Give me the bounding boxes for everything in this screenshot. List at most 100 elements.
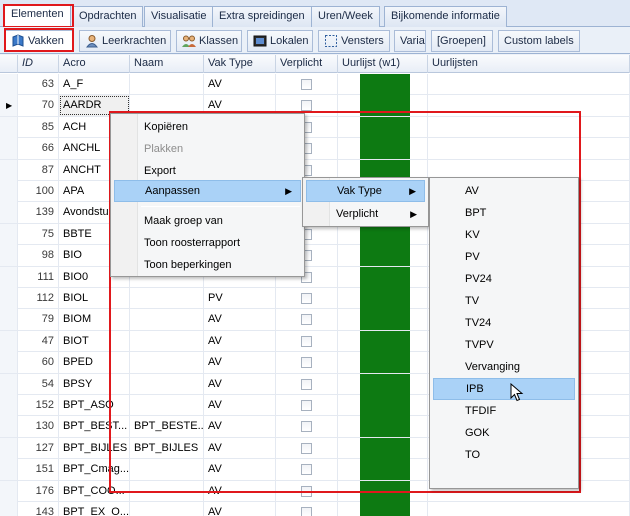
menu-item-vaktype-option[interactable]: IPB — [433, 378, 575, 400]
cell-id[interactable]: 143 — [18, 502, 59, 516]
cell-uurlijsten[interactable] — [428, 74, 630, 95]
cell-id[interactable]: 87 — [18, 159, 59, 181]
menu-item-vaktype-option[interactable]: KV — [433, 224, 575, 246]
cell-uurlijsten[interactable] — [428, 116, 630, 138]
cell-uurlijst-w1[interactable] — [338, 309, 428, 331]
verplicht-checkbox[interactable] — [301, 442, 312, 454]
cell-id[interactable]: 152 — [18, 395, 59, 416]
menu-item-toon-roosterrapport[interactable]: Toon roosterrapport — [114, 232, 301, 254]
tab-leerkrachten[interactable]: Leerkrachten — [79, 30, 171, 52]
menu-item-vaktype-option[interactable]: TV — [433, 290, 575, 312]
verplicht-checkbox[interactable] — [301, 100, 312, 112]
row-indicator[interactable] — [0, 266, 18, 288]
verplicht-checkbox[interactable] — [301, 79, 312, 90]
cell-uurlijsten[interactable] — [428, 138, 630, 160]
cell-naam[interactable] — [130, 288, 204, 309]
row-indicator[interactable] — [0, 502, 18, 516]
cell-uurlijst-w1[interactable] — [338, 352, 428, 374]
cell-uurlijst-w1[interactable] — [338, 74, 428, 95]
verplicht-checkbox[interactable] — [301, 421, 312, 433]
menu-item-verplicht[interactable]: Verplicht ▶ — [306, 203, 425, 225]
menu-item-vaktype-option[interactable]: BPT — [433, 202, 575, 224]
menu-item-vaktype-option[interactable]: AV — [433, 180, 575, 202]
row-indicator[interactable] — [0, 74, 18, 95]
cell-uurlijst-w1[interactable] — [338, 95, 428, 117]
cell-vaktype[interactable]: AV — [204, 416, 276, 438]
table-row[interactable]: 85 ACH — [0, 116, 630, 139]
cell-acro[interactable]: BPT_EX_O... — [59, 502, 130, 516]
menu-item-vaktype-option[interactable]: PV — [433, 246, 575, 268]
row-indicator[interactable] — [0, 416, 18, 438]
cell-uurlijst-w1[interactable] — [338, 288, 428, 309]
col-header-vaktype[interactable]: Vak Type — [204, 55, 276, 73]
cell-id[interactable]: 176 — [18, 480, 59, 502]
col-header-verplicht[interactable]: Verplicht — [276, 55, 338, 73]
tab-klassen[interactable]: Klassen — [176, 30, 242, 52]
tab-varia[interactable]: Varia — [394, 30, 426, 52]
cell-vaktype[interactable]: AV — [204, 373, 276, 395]
cell-uurlijsten[interactable] — [428, 502, 630, 516]
col-header-naam[interactable]: Naam — [130, 55, 204, 73]
tab-extra-spreidingen[interactable]: Extra spreidingen — [212, 6, 312, 27]
cell-uurlijst-w1[interactable] — [338, 502, 428, 516]
cell-id[interactable]: 139 — [18, 202, 59, 224]
cell-uurlijst-w1[interactable] — [338, 116, 428, 138]
table-row[interactable]: 66 ANCHL — [0, 138, 630, 160]
verplicht-checkbox[interactable] — [301, 378, 312, 390]
row-indicator[interactable] — [0, 480, 18, 502]
cell-vaktype[interactable]: AV — [204, 480, 276, 502]
cell-acro[interactable]: BPT_ASO — [59, 395, 130, 416]
cell-acro[interactable]: BIOT — [59, 330, 130, 352]
row-indicator[interactable] — [0, 159, 18, 181]
cell-acro[interactable]: BPT_COO... — [59, 480, 130, 502]
row-indicator[interactable] — [0, 223, 18, 245]
cell-id[interactable]: 54 — [18, 373, 59, 395]
cell-uurlijsten[interactable] — [428, 95, 630, 117]
cell-uurlijst-w1[interactable] — [338, 266, 428, 288]
cell-uurlijst-w1[interactable] — [338, 138, 428, 160]
cell-naam[interactable] — [130, 480, 204, 502]
cell-naam[interactable] — [130, 74, 204, 95]
cell-naam[interactable]: BPT_BIJLES — [130, 437, 204, 459]
cell-uurlijst-w1[interactable] — [338, 480, 428, 502]
menu-item-vaktype-option[interactable]: Vervanging — [433, 356, 575, 378]
verplicht-checkbox[interactable] — [301, 335, 312, 347]
tab-bijkomende-informatie[interactable]: Bijkomende informatie — [384, 6, 507, 27]
row-indicator[interactable] — [0, 245, 18, 267]
tab-vensters[interactable]: Vensters — [318, 30, 390, 52]
cell-id[interactable]: 66 — [18, 138, 59, 160]
cell-naam[interactable] — [130, 330, 204, 352]
menu-item-vaktype-option[interactable]: TFDIF — [433, 400, 575, 422]
menu-item-vaktype-option[interactable]: PV24 — [433, 268, 575, 290]
cell-naam[interactable] — [130, 352, 204, 374]
cell-uurlijst-w1[interactable] — [338, 245, 428, 267]
menu-item-vaktype-option[interactable]: GOK — [433, 422, 575, 444]
row-indicator[interactable]: ▶ — [0, 95, 18, 117]
cell-vaktype[interactable]: AV — [204, 330, 276, 352]
cell-uurlijst-w1[interactable] — [338, 373, 428, 395]
cell-id[interactable]: 130 — [18, 416, 59, 438]
verplicht-checkbox[interactable] — [301, 400, 312, 411]
cell-id[interactable]: 111 — [18, 266, 59, 288]
verplicht-checkbox[interactable] — [301, 485, 312, 497]
table-row[interactable]: ▶ 70 AARDR AV — [0, 95, 630, 117]
cell-id[interactable]: 79 — [18, 309, 59, 331]
verplicht-checkbox[interactable] — [301, 314, 312, 326]
tab-elementen[interactable]: Elementen — [4, 4, 71, 28]
cell-id[interactable]: 70 — [18, 95, 59, 117]
menu-item-toon-beperkingen[interactable]: Toon beperkingen — [114, 254, 301, 276]
row-indicator[interactable] — [0, 181, 18, 202]
cell-acro[interactable]: BPT_Cmag... — [59, 459, 130, 481]
menu-item-maak-groep-van[interactable]: Maak groep van — [114, 210, 301, 232]
cell-id[interactable]: 98 — [18, 245, 59, 267]
tab-visualisatie[interactable]: Visualisatie — [144, 6, 214, 27]
row-indicator[interactable] — [0, 330, 18, 352]
row-indicator[interactable] — [0, 352, 18, 374]
cell-id[interactable]: 127 — [18, 437, 59, 459]
cell-vaktype[interactable]: AV — [204, 437, 276, 459]
cell-acro[interactable]: A_F — [59, 74, 130, 95]
row-indicator[interactable] — [0, 138, 18, 160]
row-indicator[interactable] — [0, 309, 18, 331]
verplicht-checkbox[interactable] — [301, 507, 312, 516]
tab-vakken[interactable]: Vakken — [5, 30, 73, 52]
